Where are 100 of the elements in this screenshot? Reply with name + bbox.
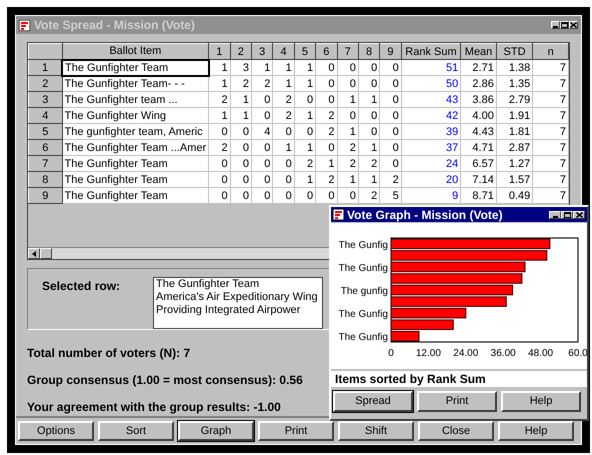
row-header[interactable]: 3 [28,92,62,108]
row-header[interactable]: 4 [28,108,62,124]
column-header[interactable]: 4 [272,44,294,60]
table-cell: 1 [208,108,230,124]
column-header[interactable]: 9 [380,44,402,60]
table-cell: 1 [316,156,338,172]
table-cell: The Gunfighter Team- - - [62,76,209,92]
button[interactable]: Help [501,391,581,412]
table-cell: 2 [208,92,230,108]
maximize-button[interactable] [560,21,569,29]
table-cell: 0 [230,188,252,204]
table-cell: 42 [401,108,461,124]
button[interactable]: Print [258,420,334,442]
table-cell: 2 [272,108,294,124]
button[interactable]: Spread [333,391,413,412]
row-header[interactable]: 5 [28,124,62,140]
table-cell: 2 [272,92,294,108]
table-cell: 0 [337,188,358,204]
row-header[interactable]: 7 [28,156,62,172]
row-header[interactable]: 1 [28,60,62,76]
table-cell: 1 [294,140,316,156]
table-cell: 0 [358,108,380,124]
column-header[interactable]: n [532,44,568,60]
column-header[interactable]: 2 [230,44,252,60]
table-cell: 1.35 [496,76,533,92]
button[interactable]: Help [498,420,574,442]
scroll-left-icon[interactable] [28,248,40,259]
column-header[interactable]: 5 [294,44,316,60]
table-cell: 0 [358,124,380,140]
table-cell: 1 [230,92,252,108]
table-cell: The Gunfighter Team [62,172,209,188]
table-cell: 39 [401,124,461,140]
window-title: Vote Spread - Mission (Vote) [34,17,195,34]
button[interactable]: Close [418,420,494,442]
table-cell: 0 [251,188,273,204]
table-cell: 7 [532,156,568,172]
minimize-button[interactable] [549,210,561,218]
table-cell: 1.57 [496,172,533,188]
scroll-thumb[interactable] [40,248,52,259]
row-header[interactable]: 2 [28,76,62,92]
table-cell: 1.91 [496,108,533,124]
column-header[interactable]: 8 [358,44,380,60]
table-cell: 0.49 [496,188,533,204]
button[interactable]: Options [18,420,94,442]
column-header[interactable]: Mean [460,44,496,60]
table-cell: 0 [208,188,230,204]
table-cell: 0 [380,124,402,140]
button[interactable]: Sort [98,420,174,442]
table-cell: The Gunfighter Team [62,188,209,204]
table-cell: 7 [532,92,568,108]
button[interactable]: Shift [338,420,414,442]
close-button[interactable] [569,21,578,29]
table-cell: 2 [294,156,316,172]
category-label: The Gunfig [338,262,388,274]
table-cell: The Gunfighter Team ...Amer [62,140,209,156]
column-header[interactable]: 6 [316,44,338,60]
column-header[interactable]: Ballot Item [62,44,209,60]
table-cell: 0 [251,156,273,172]
table-cell: 1 [272,76,294,92]
row-header[interactable]: 9 [28,188,62,204]
app-icon [333,209,344,220]
table-cell: 1 [337,172,358,188]
table-cell: 0 [230,124,252,140]
table-cell: 2 [316,172,338,188]
button[interactable]: Graph [178,420,254,442]
column-header[interactable]: 1 [208,44,230,60]
table-cell: 1 [358,140,380,156]
tick-label: 60.0 [568,348,587,359]
table-cell: 2.71 [460,60,496,76]
table-cell: The Gunfighter Team [62,60,209,76]
column-header[interactable]: 3 [251,44,273,60]
table-cell: 4.00 [460,108,496,124]
table-cell: 1 [294,60,316,76]
table-cell: 2 [316,108,338,124]
table-cell: 1 [358,92,380,108]
button[interactable]: Print [417,391,497,412]
column-header[interactable]: STD [496,44,533,60]
table-cell: 4 [251,124,273,140]
table-cell: 2.86 [460,76,496,92]
table-cell: 1.81 [496,124,533,140]
table-cell: 50 [401,76,461,92]
table-cell: 7 [532,124,568,140]
table-cell: 0 [380,92,402,108]
row-header[interactable]: 8 [28,172,62,188]
table-cell: 7 [532,188,568,204]
table-cell: The gunfighter team, Americ [62,124,209,140]
row-header[interactable]: 6 [28,140,62,156]
table-cell: 4.43 [460,124,496,140]
column-header[interactable]: Rank Sum [401,44,461,60]
table-cell: 0 [316,188,338,204]
table-cell: 0 [251,108,273,124]
column-header[interactable]: 7 [337,44,358,60]
table-cell: 7 [532,108,568,124]
minimize-button[interactable] [551,21,560,29]
selected-row-label: Selected row: [41,278,122,295]
table-cell: 0 [380,140,402,156]
text-line: The Gunfighter Team [156,278,260,291]
table-cell: 20 [401,172,461,188]
table-cell: 1 [208,76,230,92]
table-cell: 43 [401,92,461,108]
